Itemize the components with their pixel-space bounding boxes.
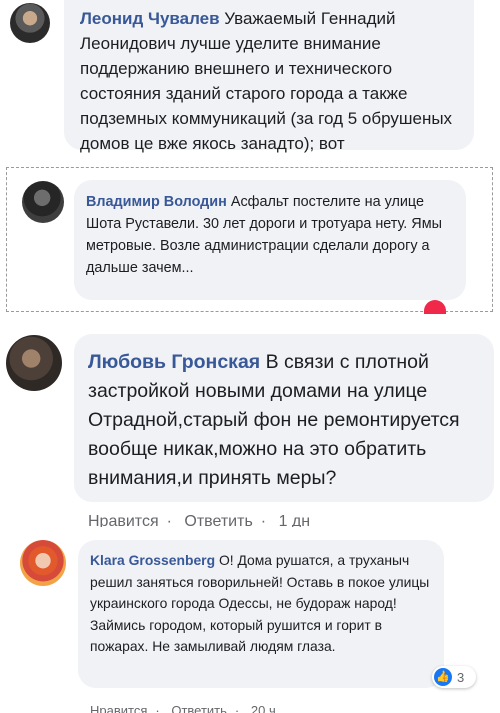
thumbs-up-icon: 👍: [434, 668, 452, 686]
like-link[interactable]: Нравится: [88, 513, 159, 527]
comment-bubble: Леонид Чувалев Уважаемый Геннадий Леонид…: [64, 0, 474, 153]
comment-bubble: Klara Grossenberg О! Дома рушатся, а тру…: [78, 540, 444, 688]
reply-link[interactable]: Ответить: [184, 513, 252, 527]
reply-link[interactable]: Ответить: [171, 704, 227, 713]
timestamp[interactable]: 20 ч: [251, 704, 276, 713]
comment-text: Уважаемый Геннадий Леонидович лучше удел…: [80, 9, 453, 153]
comment-author[interactable]: Любовь Гронская: [88, 351, 260, 373]
avatar[interactable]: [22, 181, 64, 223]
comment-bubble: Любовь Гронская В связи с плотной застро…: [74, 334, 494, 502]
avatar[interactable]: [10, 3, 50, 43]
timestamp[interactable]: 1 дн: [279, 513, 311, 527]
comment-actions: Нравится · Ответить · 1 дн: [88, 511, 318, 527]
reaction-number: 3: [457, 669, 465, 685]
avatar[interactable]: [6, 335, 62, 391]
comment-actions: Нравится · Ответить · 20 ч: [90, 704, 284, 713]
comment-bubble: Владимир Володин Асфальт постелите на ул…: [74, 180, 466, 300]
comment-author[interactable]: Владимир Володин: [86, 194, 227, 210]
avatar[interactable]: [20, 540, 66, 586]
like-link[interactable]: Нравится: [90, 704, 147, 713]
comment-author[interactable]: Леонид Чувалев: [80, 9, 220, 28]
comment-author[interactable]: Klara Grossenberg: [90, 552, 215, 568]
reaction-count[interactable]: 👍 3: [432, 666, 476, 688]
